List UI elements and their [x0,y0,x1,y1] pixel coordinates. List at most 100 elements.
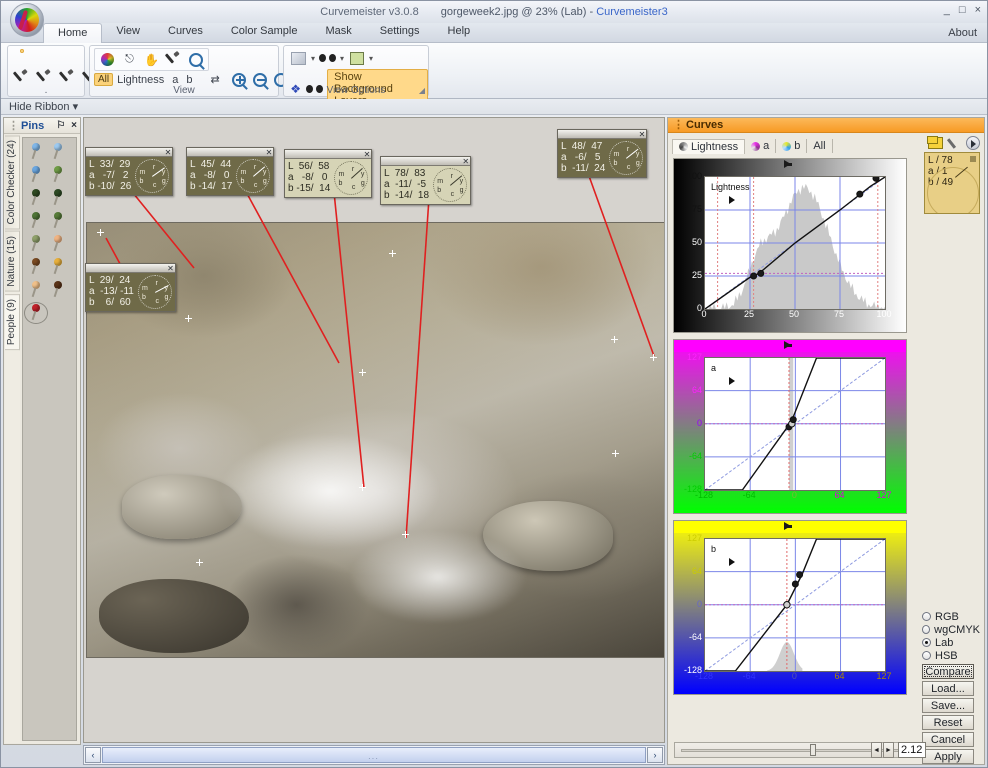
scroll-left-arrow-icon[interactable]: ‹ [85,747,101,763]
flag-icon[interactable] [928,137,943,149]
readout-3-close-icon[interactable]: ✕ [364,149,371,160]
lightness-plot-triangle-icon[interactable] [729,196,735,204]
ribbon-tab-help[interactable]: Help [434,22,485,42]
pin-marker-3[interactable] [389,250,396,257]
curves-slider-thumb[interactable] [810,744,816,756]
eyedropper-tool-icon[interactable] [164,50,183,69]
pin-swatch-15-icon[interactable] [25,303,47,323]
view-options-dialog-launcher-icon[interactable]: ◢ [419,86,425,95]
channel-a-button[interactable]: a [172,74,178,86]
curve-tool-icon[interactable] [98,50,117,69]
zoom-tool-icon[interactable] [186,50,205,69]
pin-marker-9[interactable] [359,484,366,491]
layer-preview-icon[interactable] [289,49,308,68]
b-curve-marker-icon[interactable] [784,522,791,530]
pin-marker-2[interactable] [185,315,192,322]
pin-dock-icon[interactable]: ⚐ [56,120,65,131]
save-button[interactable]: Save... [922,698,974,713]
pins-tab-people[interactable]: People (9) [5,294,20,350]
color-ball-1-icon[interactable] [12,49,14,53]
ribbon-tab-mask[interactable]: Mask [311,22,365,42]
reset-button[interactable]: Reset [922,715,974,730]
pins-tab-color-checker[interactable]: Color Checker (24) [5,135,20,229]
hide-ribbon-caret-icon[interactable]: ▾ [73,101,79,113]
a-curve-marker-icon[interactable] [784,341,791,349]
readout-5[interactable]: ✕L 48/ 47 a -6/ 5 b -11/ 24rygcbm [557,129,647,178]
b-plot-triangle-icon[interactable] [729,558,735,566]
minimize-button[interactable]: _ [944,4,950,16]
pin-swatch-9-icon[interactable] [25,234,47,254]
colorspace-option-hsb[interactable]: HSB [922,649,980,662]
ribbon-tab-curves[interactable]: Curves [154,22,217,42]
pin-marker-6[interactable] [359,369,366,376]
pin-marker-selected[interactable] [196,559,207,570]
readout-2-close-icon[interactable]: ✕ [266,147,273,158]
hide-ribbon-bar[interactable]: Hide Ribbon ▾ [1,99,987,115]
readout-1-titlebar[interactable]: ✕ [86,148,172,157]
hide-ribbon-label[interactable]: Hide Ribbon [9,101,70,113]
readout-4-titlebar[interactable]: ✕ [381,157,470,166]
ribbon-tab-home[interactable]: Home [43,23,102,43]
color-ball-2-icon[interactable] [16,49,18,53]
curves-tab-b[interactable]: b [776,139,807,153]
curves-tab-a[interactable]: a [745,139,776,153]
close-button[interactable]: × [975,4,981,16]
a-plot-triangle-icon[interactable] [729,377,735,385]
lightness-curve-marker-icon[interactable] [784,160,791,168]
readout-6[interactable]: ✕L 29/ 24 a -13/ -11 b 6/ 60rygcbm [85,263,176,312]
layer-preview-caret-icon[interactable]: ▾ [311,54,315,63]
lightness-curve-box[interactable]: Lightness 02550751000255075100 [673,158,907,333]
slider-value-field[interactable]: 2.12 [898,742,926,758]
pin-swatch-14-icon[interactable] [47,280,69,300]
lab-radio-icon[interactable] [922,638,931,647]
cancel-button[interactable]: Cancel [922,732,974,747]
ribbon-tab-view[interactable]: View [102,22,154,42]
pin-swatch-13-icon[interactable] [25,280,47,300]
wgcmyk-radio-icon[interactable] [922,625,930,634]
pencil-icon[interactable] [948,137,961,150]
colorspace-option-lab[interactable]: Lab [922,636,980,649]
pin-swatch-5-icon[interactable] [25,188,47,208]
pin-swatch-10-icon[interactable] [47,234,69,254]
readout-2[interactable]: ✕L 45/ 44 a -8/ 0 b -14/ 17rygcbm [186,147,274,196]
rgb-radio-icon[interactable] [922,612,931,621]
curves-tab-all[interactable]: All [807,139,832,153]
compare-button[interactable]: Compare [922,664,974,679]
pin-marker-1[interactable] [97,229,104,236]
apply-button[interactable]: Apply [922,749,974,764]
pin-swatch-4-icon[interactable] [47,165,69,185]
scrollbar-track[interactable]: ··· [102,747,646,763]
pin-swatch-12-icon[interactable] [47,257,69,277]
pin-swatch-3-icon[interactable] [25,165,47,185]
slider-decrement-button[interactable]: ◄ [871,742,882,758]
pin-marker-8[interactable] [402,531,409,538]
b-curve-box[interactable]: b -128-64064127-128-64064127 [673,520,907,695]
pin-swatch-1-icon[interactable] [25,142,47,162]
colorspace-option-rgb[interactable]: RGB [922,610,980,623]
color-ball-4-icon[interactable] [26,49,28,53]
glasses-caret-icon[interactable]: ▾ [340,54,344,63]
pin-swatch-6-icon[interactable] [47,188,69,208]
readout-6-titlebar[interactable]: ✕ [86,264,175,273]
a-curve-topbar[interactable] [674,340,906,352]
curves-tab-lightness[interactable]: Lightness [672,139,745,154]
hsb-radio-icon[interactable] [922,651,931,660]
readout-4-close-icon[interactable]: ✕ [462,156,469,167]
pin-swatch-2-icon[interactable] [47,142,69,162]
lightness-curve-topbar[interactable] [674,159,906,171]
readout-2-titlebar[interactable]: ✕ [187,148,273,157]
image-canvas-area[interactable] [83,117,665,743]
slider-increment-button[interactable]: ► [883,742,894,758]
readout-3[interactable]: ✕L 56/ 58 a -8/ 0 b -15/ 14rygcbm [284,149,372,198]
glasses-icon[interactable] [318,49,337,68]
readout-4[interactable]: ✕L 78/ 83 a -11/ -5 b -14/ 18rygcbm [380,156,471,205]
app-logo-icon[interactable] [10,3,44,37]
canvas-horizontal-scrollbar[interactable]: ‹ ··· › [83,745,665,765]
scroll-right-arrow-icon[interactable]: › [647,747,663,763]
pins-tab-nature[interactable]: Nature (15) [5,231,20,292]
curve-chart-caret-icon[interactable]: ▾ [369,54,373,63]
readout-5-titlebar[interactable]: ✕ [558,130,646,139]
b-curve-topbar[interactable] [674,521,906,533]
about-link[interactable]: About [948,27,977,39]
pin-marker-7[interactable] [650,354,657,361]
